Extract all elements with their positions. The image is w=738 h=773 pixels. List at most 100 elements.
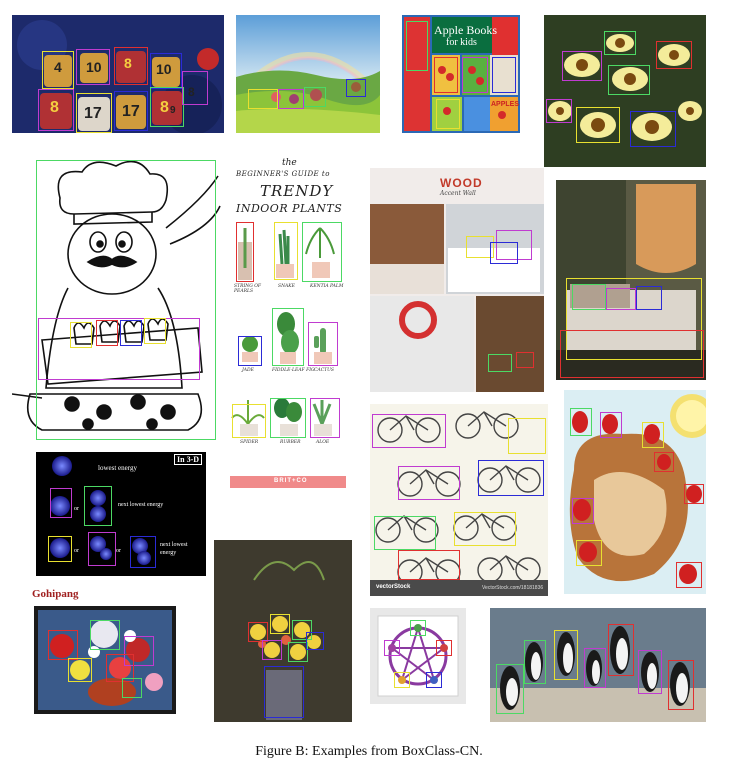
- gohipang-painting-image: [34, 606, 176, 714]
- bounding-box: [264, 666, 304, 718]
- bounding-box: [462, 57, 488, 93]
- bounding-box: [608, 65, 650, 95]
- bounding-box: [84, 486, 112, 526]
- vectorstock-brand: vectorStock: [376, 584, 411, 590]
- bounding-box: [524, 640, 546, 684]
- bounding-box: [384, 640, 400, 656]
- bounding-box: [398, 466, 460, 500]
- energy-next-lowest2-label: energy: [160, 550, 177, 556]
- bounding-box: [272, 308, 304, 366]
- bounding-box: [144, 318, 166, 344]
- bounding-box: [374, 516, 436, 550]
- bounding-box: [120, 320, 142, 346]
- bounding-box: [372, 414, 446, 448]
- meadow-image: [236, 15, 380, 133]
- figure-caption: Figure B: Examples from BoxClass-CN.: [255, 744, 483, 759]
- energy-or-label: or: [74, 548, 79, 554]
- chef-drawing-image: [12, 158, 222, 442]
- bounding-box: [406, 21, 428, 71]
- bounding-box: [288, 642, 308, 662]
- bounding-box: [308, 322, 338, 366]
- bounding-box: [436, 640, 452, 656]
- bounding-box: [454, 512, 516, 546]
- bounding-box: [554, 630, 578, 680]
- bounding-box: [304, 87, 326, 107]
- bounding-box: [310, 398, 340, 438]
- bounding-box: [50, 488, 72, 518]
- bounding-box: [668, 660, 694, 710]
- bounding-box: [70, 322, 92, 348]
- bounding-box: [636, 286, 662, 310]
- bounding-box: [232, 404, 266, 438]
- bounding-box: [270, 614, 290, 634]
- energy-or-label: or: [74, 506, 79, 512]
- bounding-box: [492, 57, 516, 93]
- energy-next-lowest-label: next lowest energy: [118, 502, 164, 508]
- bounding-box: [600, 412, 622, 438]
- books-title-line1: Apple Books: [434, 23, 497, 37]
- energy-next-lowest2-label: next lowest: [160, 542, 188, 548]
- bounding-box: [654, 452, 674, 472]
- bounding-box: [306, 632, 324, 650]
- bounding-box: [38, 89, 74, 131]
- coneflower-image: [544, 15, 706, 167]
- bounding-box: [278, 89, 304, 109]
- bounding-box: [122, 678, 142, 698]
- bounding-box: [302, 222, 342, 282]
- bounding-box: [684, 484, 704, 504]
- vectorstock-url: VectorStock.com/18181836: [482, 585, 544, 591]
- gohipang-title: Gohipang: [32, 588, 79, 600]
- bounding-box: [248, 622, 268, 642]
- bicycle-pattern-image: vectorStock VectorStock.com/18181836: [370, 404, 548, 596]
- pastry-tomatoes-image: [564, 390, 706, 594]
- energy-or-label: or: [116, 548, 121, 554]
- plant-name: JADE: [242, 368, 254, 373]
- bounding-box: [604, 31, 636, 55]
- bounding-box: [488, 354, 512, 372]
- bounding-box: [238, 336, 262, 366]
- bounding-box: [236, 222, 254, 282]
- apple-books-image: Apple Books for kids APPLES: [402, 15, 520, 133]
- bounding-box: [516, 352, 534, 368]
- plants-guide-image: the BEGINNER'S GUIDE to TRENDY INDOOR PL…: [230, 158, 352, 488]
- bounding-box: [130, 536, 156, 568]
- bounding-box: [496, 664, 524, 714]
- bounding-box: [410, 620, 426, 636]
- bounding-box: [90, 620, 120, 650]
- bounding-box: [248, 89, 278, 109]
- bedroom-curtain-image: [556, 180, 706, 380]
- bounding-box: [642, 422, 664, 448]
- bounding-box: [38, 318, 200, 380]
- penguins-image: [490, 608, 706, 722]
- plant-name: SPIDER: [240, 440, 259, 445]
- plant-name: FIDDLE-LEAF FIG: [272, 368, 315, 373]
- bounding-box: [576, 107, 620, 143]
- bounding-box: [394, 672, 410, 688]
- bounding-box: [270, 398, 306, 438]
- bounding-box: [150, 87, 184, 127]
- bounding-box: [436, 99, 460, 129]
- bounding-box: [182, 71, 208, 105]
- bounding-box: [570, 408, 592, 436]
- bounding-box: [76, 49, 110, 85]
- bounding-box: [262, 640, 282, 660]
- plant-name: CACTUS: [314, 368, 335, 373]
- bounding-box: [76, 93, 112, 133]
- bounding-box: [68, 658, 92, 682]
- bounding-box: [398, 550, 460, 580]
- plant-name: RUBBER: [280, 440, 301, 445]
- bounding-box: [608, 624, 634, 676]
- bounding-box: [562, 51, 602, 81]
- bounding-box: [572, 498, 594, 524]
- bounding-box: [426, 672, 442, 688]
- bounding-box: [48, 536, 72, 562]
- bounding-box: [676, 562, 702, 588]
- energy-lowest-label: lowest energy: [98, 464, 137, 472]
- bounding-box: [36, 160, 216, 440]
- plant-name: KENTIA PALM: [310, 284, 344, 289]
- bounding-box: [638, 650, 662, 694]
- bounding-box: [584, 648, 606, 688]
- bounding-box: [114, 91, 148, 131]
- plant-name: STRING OF PEARLS: [234, 284, 262, 294]
- wood-wall-image: WOOD Accent Wall: [370, 168, 544, 392]
